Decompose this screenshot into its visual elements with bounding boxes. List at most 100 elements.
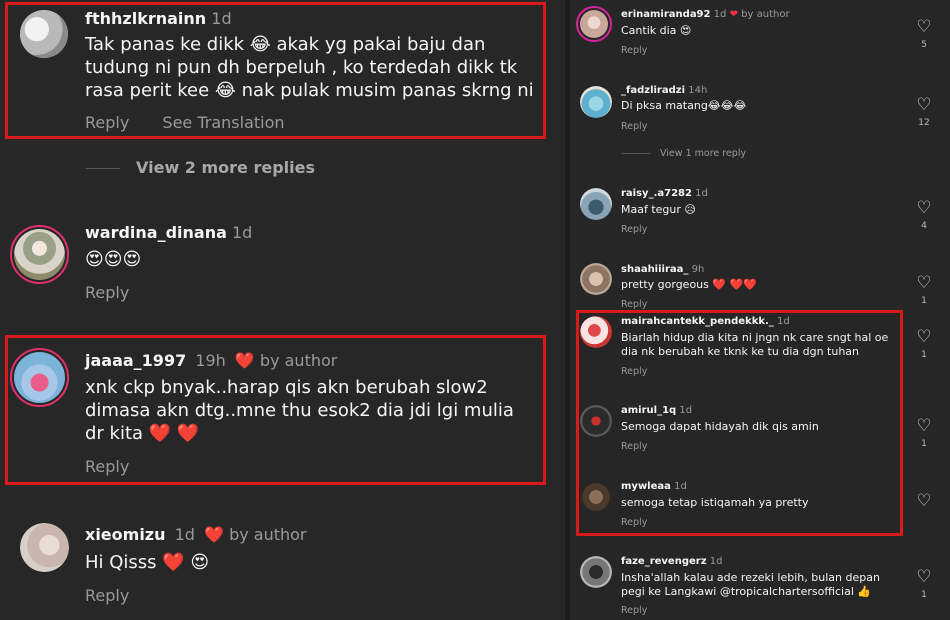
comment-username[interactable]: raisy_.a7282 [621,188,692,199]
reply-button[interactable]: Reply [621,45,647,56]
reply-button[interactable]: Reply [621,366,647,377]
heart-outline-icon: ♡ [916,198,932,218]
comment-text: Insha'allah kalau ade rezeki lebih, bula… [621,571,880,598]
comment-username[interactable]: erinamiranda92 [621,9,710,20]
comment-2-header: wardina_dinana 1d [85,223,252,242]
author-heart-icon: ❤ [729,9,738,20]
comment-time: 1d [174,525,195,544]
comment-text: semoga tetap istiqamah ya pretty [621,496,809,509]
comment-username[interactable]: shaahiiiraa_ [621,264,688,275]
avatar-jaaaa-1997[interactable] [10,348,69,407]
comment-time: 1d [211,9,232,28]
comment-1-actions: Reply See Translation [85,113,285,132]
comment-username[interactable]: xieomizu [85,525,166,544]
view-more-reply[interactable]: View 1 more reply [622,148,746,159]
avatar-faze-revengerz[interactable] [580,556,612,588]
avatar-fthhzlkrnainn[interactable] [20,10,68,58]
author-heart-icon: ❤️ [234,351,255,370]
r-comment-4-actions: Reply [621,299,647,310]
avatar-fadzliradzi[interactable] [580,86,612,118]
comment-time: 1d [695,188,708,199]
r-comment-5-header: mairahcantekk_pendekkk._ 1d [621,316,790,327]
like-count: 5 [921,40,927,50]
comment-time: 19h [195,351,226,370]
avatar-mywleaa[interactable] [580,481,612,513]
comment-username[interactable]: fthhzlkrnainn [85,9,206,28]
r-comment-1-actions: Reply [621,45,647,56]
heart-outline-icon: ♡ [916,95,932,115]
like-count: 1 [921,296,927,306]
right-comments-panel: erinamiranda92 1d ❤ by author Cantik dia… [570,0,950,620]
like-count: 12 [918,118,930,128]
like-count: 4 [921,221,927,231]
r-comment-1-header: erinamiranda92 1d ❤ by author [621,9,790,20]
comment-text: xnk ckp bnyak..harap qis akn berubah slo… [85,377,514,444]
avatar-xieomizu[interactable] [20,523,69,572]
reply-button[interactable]: Reply [85,457,129,476]
avatar-erinamiranda92[interactable] [576,6,612,42]
comment-time: 9h [691,264,705,275]
r-comment-7-header: mywleaa 1d [621,481,687,492]
r-comment-2-actions: Reply [621,121,647,132]
avatar-raisy-a7282[interactable] [580,188,612,220]
comment-4-actions: Reply [85,586,129,605]
comment-3-actions: Reply [85,457,129,476]
avatar-wardina-dinana[interactable] [10,225,69,284]
comment-text: Hi Qisss ❤️ 😍 [85,552,210,573]
comment-username[interactable]: _fadzliradzi [621,85,685,96]
heart-outline-icon: ♡ [916,17,932,37]
comment-text: pretty gorgeous ❤️ ❤️❤️ [621,278,757,291]
like-button[interactable]: ♡ 1 [914,417,934,449]
r-comment-7-actions: Reply [621,517,647,528]
comment-3-header: jaaaa_1997 19h ❤️ by author [85,351,337,370]
comment-time: 1d [679,405,693,416]
reply-button[interactable]: Reply [85,283,129,302]
comment-username[interactable]: jaaaa_1997 [85,351,186,370]
comment-username[interactable]: faze_revengerz [621,556,707,567]
reply-button[interactable]: Reply [85,113,129,132]
heart-outline-icon: ♡ [916,273,932,293]
r-comment-8-actions: Reply [621,605,647,616]
comment-username[interactable]: mywleaa [621,481,671,492]
comment-username[interactable]: wardina_dinana [85,223,227,242]
comment-4-header: xieomizu 1d ❤️ by author [85,525,307,544]
reply-button[interactable]: Reply [621,121,647,132]
comment-time: 14h [688,85,708,96]
comment-time: 1d [713,9,727,20]
comment-username[interactable]: mairahcantekk_pendekkk._ [621,316,774,327]
like-button[interactable]: ♡ [914,492,934,510]
see-translation-button[interactable]: See Translation [162,113,284,132]
author-liked-label: by author [229,525,307,544]
comment-1-header: fthhzlkrnainn 1d [85,9,232,28]
reply-button[interactable]: Reply [621,441,647,452]
comment-text: Di pksa matang😂😂😂 [621,99,747,112]
reply-button[interactable]: Reply [621,517,647,528]
avatar-shaahiiiraa[interactable] [580,263,612,295]
heart-outline-icon: ♡ [916,567,932,587]
reply-button[interactable]: Reply [621,605,647,616]
heart-outline-icon: ♡ [916,416,932,436]
view-more-replies[interactable]: View 2 more replies [86,158,315,177]
like-button[interactable]: ♡ 4 [914,199,934,231]
reply-button[interactable]: Reply [85,586,129,605]
comment-text: Tak panas ke dikk 😂 akak yg pakai baju d… [85,34,534,101]
view-more-line [86,168,120,169]
author-heart-icon: ❤️ [204,525,224,544]
comment-username[interactable]: amirul_1q [621,405,676,416]
reply-button[interactable]: Reply [621,299,647,310]
like-button[interactable]: ♡ 1 [914,328,934,360]
like-button[interactable]: ♡ 5 [914,18,934,50]
r-comment-3-actions: Reply [621,224,647,235]
author-liked-label: by author [741,9,790,20]
like-button[interactable]: ♡ 1 [914,274,934,306]
comment-time: 1d [709,556,723,567]
avatar-amirul-1q[interactable] [580,405,612,437]
like-button[interactable]: ♡ 1 [914,568,934,600]
left-comments-panel: fthhzlkrnainn 1d Tak panas ke dikk 😂 aka… [0,0,565,620]
comment-time: 1d [232,223,253,242]
comment-text: Maaf tegur 😥 [621,203,696,216]
reply-button[interactable]: Reply [621,224,647,235]
comment-text: 😍😍😍 [85,249,142,270]
avatar-mairahcantekk[interactable] [580,316,612,348]
like-button[interactable]: ♡ 12 [914,96,934,128]
